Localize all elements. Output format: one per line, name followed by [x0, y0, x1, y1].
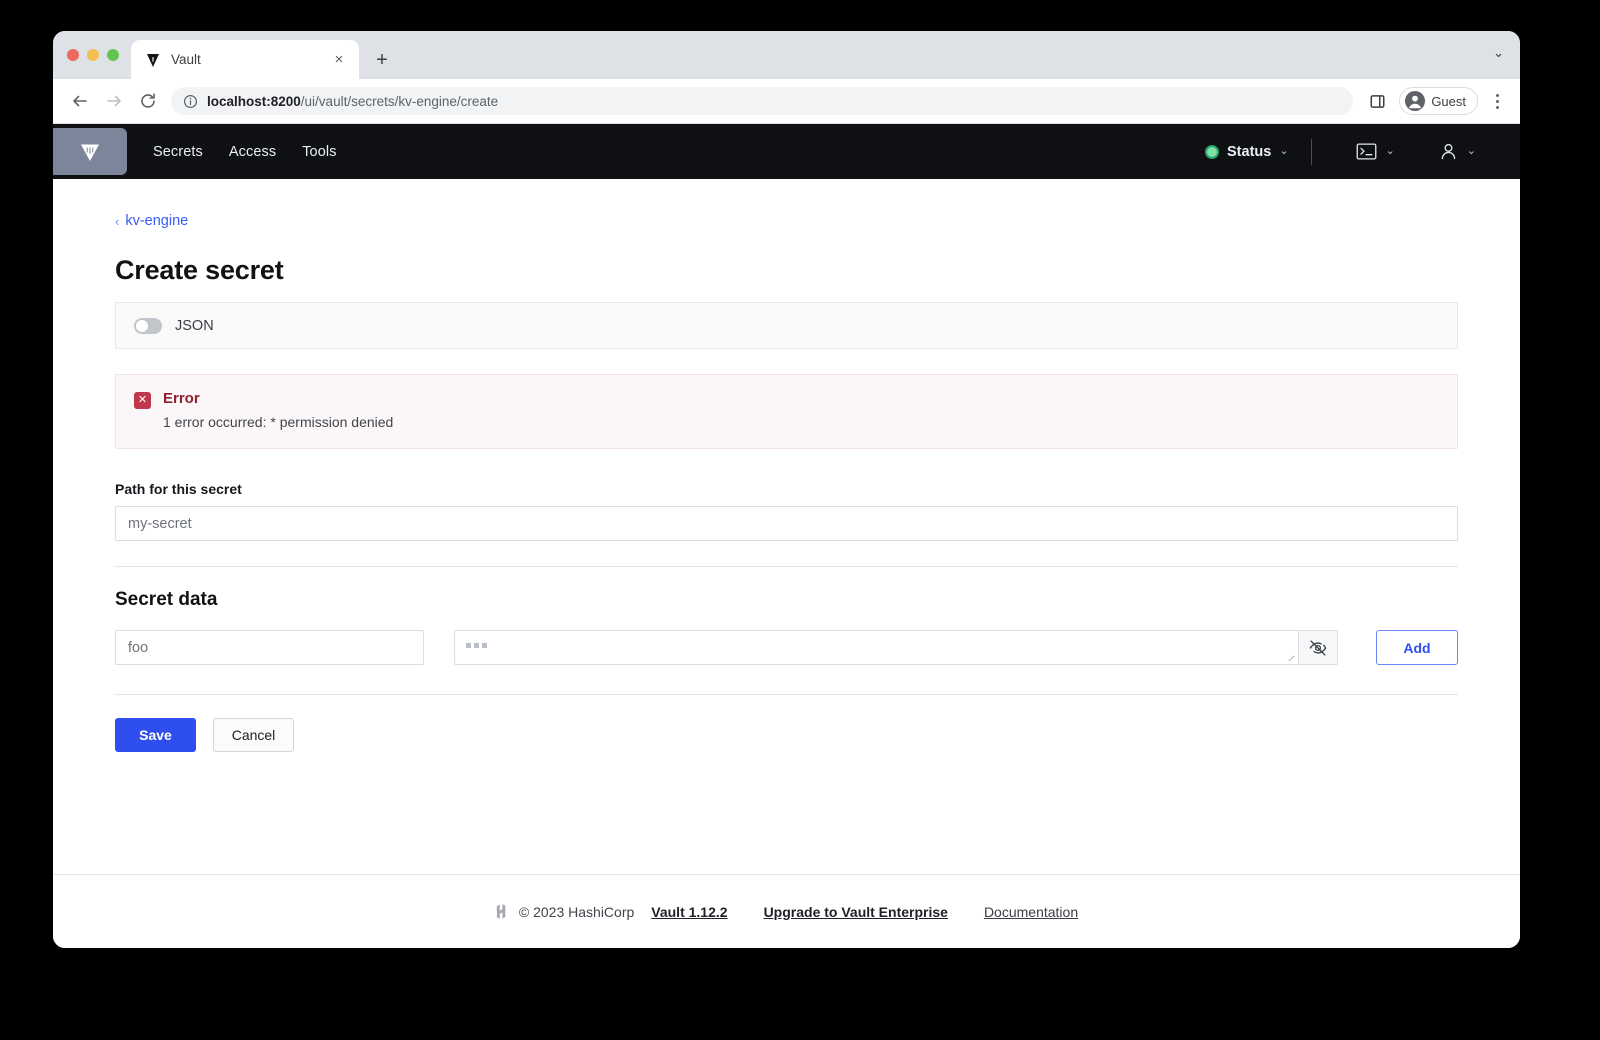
avatar [1405, 91, 1426, 111]
navbar-divider [1310, 138, 1312, 165]
nav-link-secrets[interactable]: Secrets [153, 144, 203, 160]
secret-key-input[interactable] [115, 630, 424, 665]
footer-link-version[interactable]: Vault 1.12.2 [651, 904, 727, 920]
footer-link-documentation[interactable]: Documentation [984, 904, 1078, 920]
browser-tab-strip: Vault × + ⌄ [53, 31, 1520, 79]
vault-logo-icon[interactable] [53, 128, 127, 175]
secret-key-value-row: Add [115, 630, 1458, 665]
breadcrumb: ‹ kv-engine [115, 179, 1458, 229]
close-tab-button[interactable]: × [329, 50, 349, 70]
back-button[interactable] [65, 86, 95, 116]
profile-chip[interactable]: Guest [1399, 87, 1478, 115]
window-traffic-lights [67, 31, 131, 79]
kebab-dot [1495, 105, 1499, 109]
kebab-dot [1495, 99, 1499, 103]
eye-off-icon[interactable] [1298, 630, 1338, 665]
forward-button[interactable] [99, 86, 129, 116]
address-bar[interactable]: localhost:8200/ui/vault/secrets/kv-engin… [171, 87, 1354, 115]
path-input[interactable] [115, 506, 1458, 541]
page-footer: © 2023 HashiCorp Vault 1.12.2 Upgrade to… [53, 874, 1520, 948]
json-toggle-label: JSON [175, 317, 214, 334]
error-banner: ✕ Error 1 error occurred: * permission d… [115, 374, 1458, 449]
error-message: 1 error occurred: * permission denied [163, 414, 394, 430]
new-tab-button[interactable]: + [367, 45, 397, 75]
cancel-button[interactable]: Cancel [213, 718, 294, 752]
footer-link-upgrade[interactable]: Upgrade to Vault Enterprise [764, 904, 948, 920]
nav-link-access[interactable]: Access [229, 144, 276, 160]
hashicorp-logo-icon [496, 904, 506, 919]
toggle-knob [136, 319, 148, 332]
browser-toolbar: localhost:8200/ui/vault/secrets/kv-engin… [53, 79, 1520, 124]
browser-tab-title: Vault [171, 52, 201, 67]
url-path: /ui/vault/secrets/kv-engine/create [300, 93, 499, 109]
chevron-down-icon: ⌄ [1385, 145, 1395, 157]
json-toggle-switch[interactable] [134, 317, 162, 334]
footer-copyright: © 2023 HashiCorp [518, 903, 635, 920]
chevron-left-icon: ‹ [115, 213, 120, 229]
maximize-window-button[interactable] [107, 49, 119, 61]
site-info-icon[interactable] [183, 94, 198, 109]
console-menu[interactable]: ⌄ [1334, 143, 1417, 160]
chevron-down-icon: ⌄ [1466, 145, 1476, 157]
breadcrumb-link-kv-engine[interactable]: kv-engine [125, 213, 188, 229]
error-x-icon: ✕ [134, 392, 151, 409]
vault-triangle-icon [147, 53, 159, 67]
secret-data-heading: Secret data [115, 589, 218, 610]
form-actions: Save Cancel [115, 718, 1458, 752]
vault-navbar: Secrets Access Tools Status ⌄ ⌄ ⌄ [53, 124, 1520, 179]
section-divider [115, 566, 1458, 567]
secret-value-field-box [454, 630, 1298, 665]
url-host: localhost:8200 [207, 93, 301, 109]
kebab-menu-icon[interactable] [1484, 87, 1510, 115]
user-account-icon [1441, 143, 1456, 160]
console-terminal-icon [1356, 143, 1376, 160]
address-bar-url: localhost:8200/ui/vault/secrets/kv-engin… [207, 94, 498, 109]
minimize-window-button[interactable] [87, 49, 99, 61]
reload-button[interactable] [133, 86, 163, 116]
secret-value-wrap [454, 630, 1338, 665]
user-menu[interactable]: ⌄ [1417, 142, 1498, 161]
status-indicator-dot [1205, 144, 1220, 159]
browser-window: Vault × + ⌄ localhost:8200/ui/vault/secr… [53, 31, 1520, 948]
vault-navbar-right: Status ⌄ ⌄ ⌄ [1205, 138, 1498, 165]
page-title: Create secret [115, 255, 284, 285]
page-content: ‹ kv-engine Create secret JSON ✕ Error 1… [53, 179, 1520, 874]
error-text-block: Error 1 error occurred: * permission den… [163, 390, 393, 430]
browser-tab[interactable]: Vault × [131, 40, 359, 79]
save-button[interactable]: Save [115, 718, 196, 752]
kebab-dot [1495, 93, 1499, 97]
path-field-label: Path for this secret [115, 481, 242, 497]
vault-application: Secrets Access Tools Status ⌄ ⌄ ⌄ ‹ kv-e… [53, 124, 1520, 948]
add-secret-row-button[interactable]: Add [1376, 630, 1458, 665]
status-menu[interactable]: Status ⌄ [1205, 144, 1311, 160]
chevron-down-icon: ⌄ [1279, 145, 1289, 157]
json-toggle-row: JSON [115, 302, 1458, 349]
error-title: Error [163, 390, 200, 407]
chevron-down-icon[interactable]: ⌄ [1493, 45, 1504, 61]
side-panel-icon[interactable] [1363, 87, 1391, 115]
secret-value-input[interactable] [454, 630, 1298, 665]
form-actions-divider [115, 694, 1458, 695]
profile-label: Guest [1431, 93, 1466, 109]
nav-link-tools[interactable]: Tools [302, 144, 336, 160]
status-label: Status [1227, 143, 1272, 160]
close-window-button[interactable] [67, 49, 79, 61]
vault-nav-links: Secrets Access Tools [153, 144, 337, 160]
